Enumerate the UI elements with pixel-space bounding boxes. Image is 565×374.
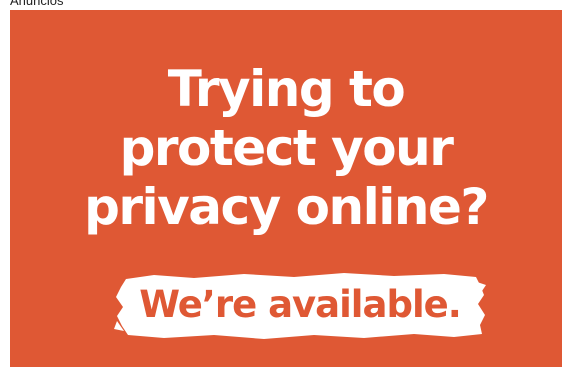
headline-line-1: Trying to <box>167 60 406 118</box>
ad-label: Anuncios <box>10 0 64 8</box>
headline-line-3: privacy online? <box>84 178 489 236</box>
headline: Trying to protect your privacy online? <box>10 60 562 237</box>
cta-badge[interactable]: We’re available. <box>114 271 486 341</box>
ad-banner[interactable]: Trying to protect your privacy online? W… <box>10 10 562 367</box>
headline-line-2: protect your <box>119 119 454 177</box>
cta-text: We’re available. <box>139 283 462 326</box>
